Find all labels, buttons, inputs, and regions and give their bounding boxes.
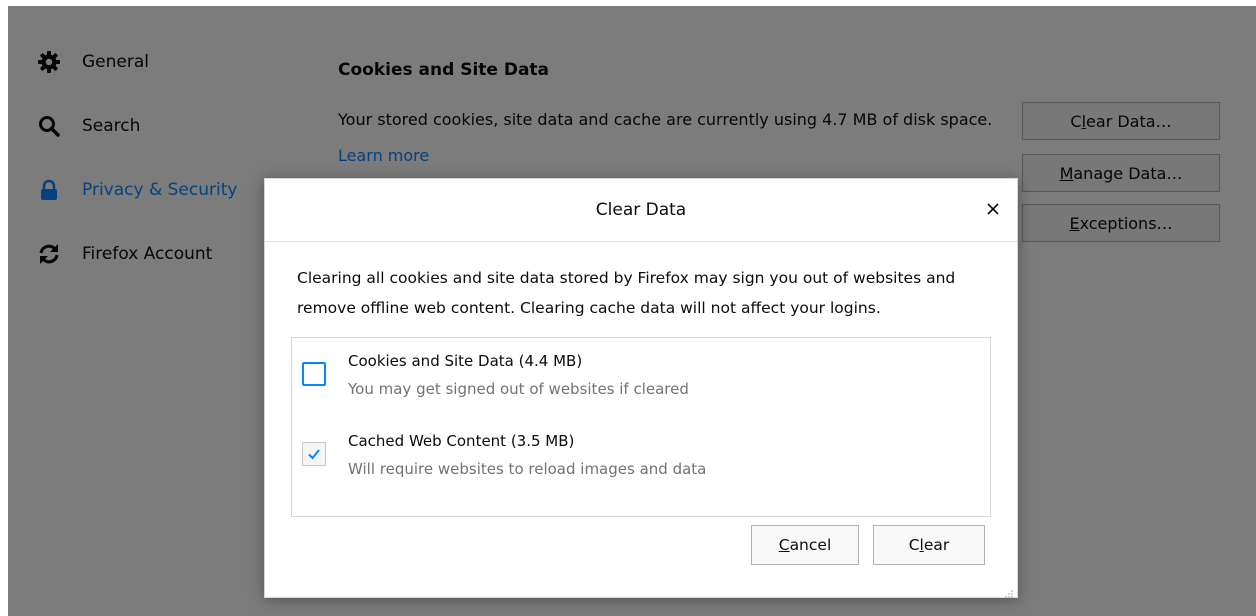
close-icon[interactable]	[981, 197, 1005, 221]
checkmark-icon	[308, 449, 320, 460]
cookies-checkbox[interactable]	[302, 362, 326, 386]
clear-options-group: Cookies and Site Data (4.4 MB) You may g…	[291, 337, 991, 517]
dialog-title-bar: Clear Data	[265, 179, 1017, 242]
clear-data-dialog: Clear Data Clearing all cookies and site…	[264, 178, 1018, 598]
dialog-description: Clearing all cookies and site data store…	[297, 269, 956, 317]
option-label: Cached Web Content (3.5 MB)	[348, 432, 575, 450]
option-sublabel: You may get signed out of websites if cl…	[348, 380, 689, 398]
cancel-button[interactable]: Cancel	[751, 525, 859, 565]
resize-grip-icon[interactable]	[1004, 584, 1014, 598]
dialog-title: Clear Data	[595, 200, 687, 220]
clear-button[interactable]: Cl ear	[873, 525, 985, 565]
option-label: Cookies and Site Data (4.4 MB)	[348, 352, 583, 370]
cache-checkbox[interactable]	[302, 442, 326, 466]
option-sublabel: Will require websites to reload images a…	[348, 460, 707, 478]
